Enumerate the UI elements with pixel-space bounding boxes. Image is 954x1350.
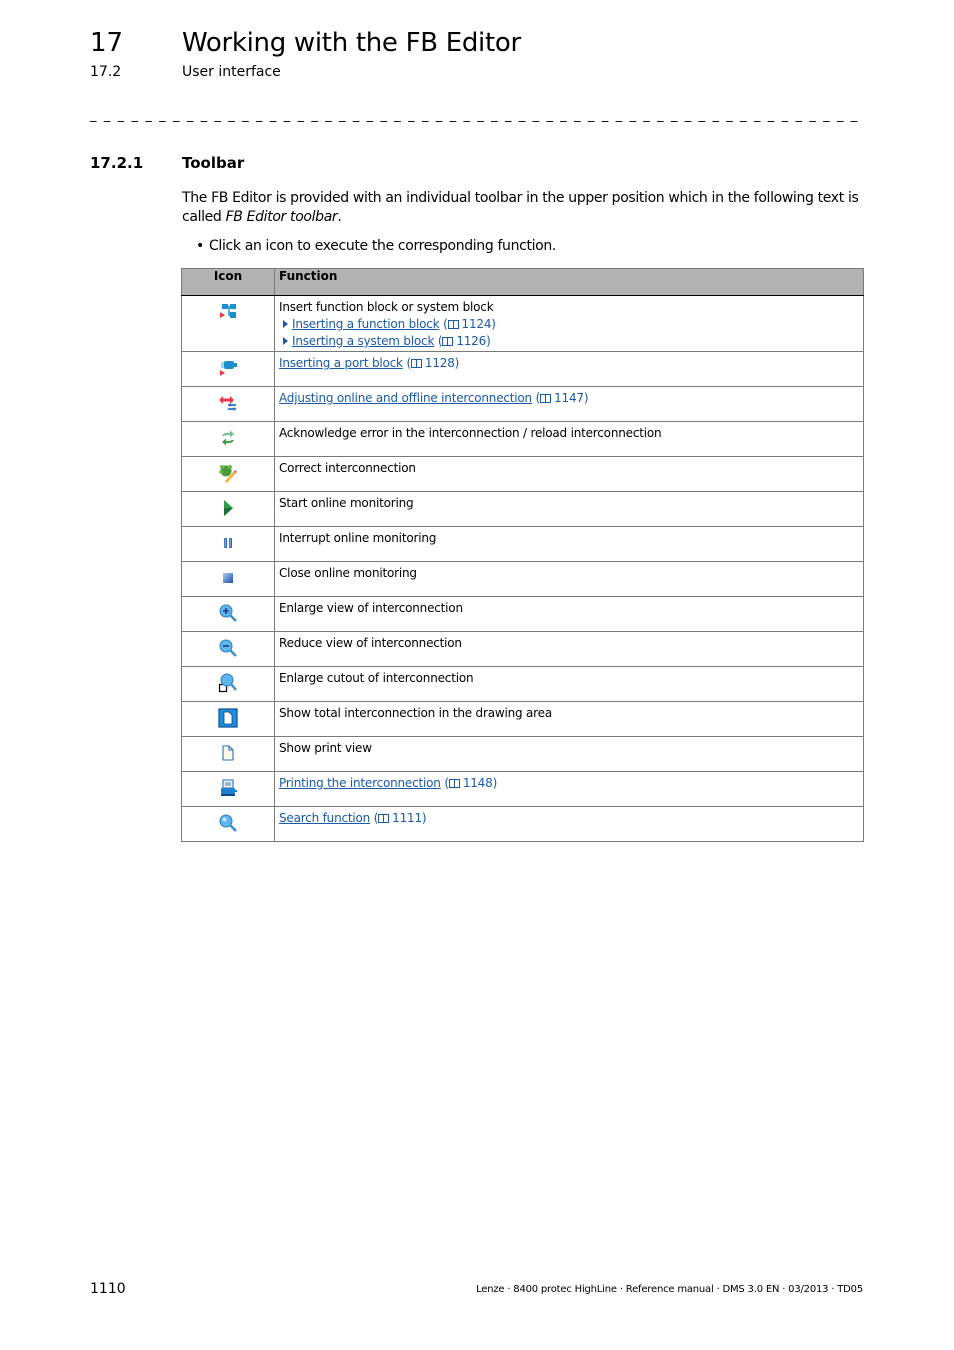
book-icon bbox=[447, 320, 459, 329]
page-ref: 1147 bbox=[554, 391, 584, 405]
chapter-title: Working with the FB Editor bbox=[182, 28, 521, 58]
book-icon bbox=[378, 814, 390, 823]
function-text: Enlarge view of interconnection bbox=[274, 596, 864, 632]
correct-interconnection-icon bbox=[219, 465, 237, 483]
printer-icon bbox=[221, 779, 237, 796]
stop-icon bbox=[223, 573, 233, 583]
table-row: Adjusting online and offline interconnec… bbox=[181, 386, 864, 422]
toolbar-table: Icon Function Insert function block or s… bbox=[181, 268, 864, 842]
header-function: Function bbox=[274, 268, 864, 296]
function-text: Insert function block or system block bbox=[279, 300, 494, 314]
header-icon: Icon bbox=[181, 268, 275, 296]
play-icon bbox=[224, 500, 233, 516]
arrow-icon bbox=[283, 337, 288, 345]
book-icon bbox=[442, 337, 454, 346]
pause-icon bbox=[224, 538, 232, 548]
subsection-title: Toolbar bbox=[182, 154, 245, 172]
bullet-dot: • bbox=[196, 238, 204, 254]
table-header-row: Icon Function bbox=[181, 268, 864, 296]
intro-text-end: . bbox=[337, 209, 342, 225]
page-ref: 1111 bbox=[392, 811, 422, 825]
zoom-in-icon bbox=[219, 604, 237, 622]
insert-block-icon bbox=[220, 304, 236, 318]
table-row: Acknowledge error in the interconnection… bbox=[181, 421, 864, 457]
bullet-text: Click an icon to execute the correspondi… bbox=[209, 238, 556, 254]
page-ref: 1148 bbox=[462, 776, 493, 790]
table-row: Search function (1111) bbox=[181, 806, 864, 842]
function-text: Start online monitoring bbox=[274, 491, 864, 527]
header-separator: _ _ _ _ _ _ _ _ _ _ _ _ _ _ _ _ _ _ _ _ … bbox=[90, 108, 862, 123]
function-text: Show print view bbox=[274, 736, 864, 772]
bullet-item: • Click an icon to execute the correspond… bbox=[196, 237, 556, 256]
section-title: User interface bbox=[182, 64, 281, 80]
arrow-icon bbox=[283, 320, 288, 328]
table-row: Close online monitoring bbox=[181, 561, 864, 597]
subsection-number: 17.2.1 bbox=[90, 154, 144, 172]
adjust-interconnection-icon bbox=[219, 396, 236, 411]
link-printing-interconnection[interactable]: Printing the interconnection bbox=[279, 776, 441, 790]
book-icon bbox=[410, 359, 422, 368]
table-row: Enlarge view of interconnection bbox=[181, 596, 864, 632]
print-view-icon bbox=[222, 745, 234, 761]
table-row: Correct interconnection bbox=[181, 456, 864, 492]
section-number: 17.2 bbox=[90, 64, 122, 80]
function-text: Enlarge cutout of interconnection bbox=[274, 666, 864, 702]
intro-paragraph: The FB Editor is provided with an indivi… bbox=[182, 189, 867, 227]
book-icon bbox=[540, 394, 552, 403]
table-row: Inserting a port block (1128) bbox=[181, 351, 864, 387]
link-search-function[interactable]: Search function bbox=[279, 811, 370, 825]
intro-emphasis: FB Editor toolbar bbox=[225, 209, 338, 225]
table-row: Show total interconnection in the drawin… bbox=[181, 701, 864, 737]
page-ref: 1126 bbox=[456, 334, 487, 348]
table-row: Start online monitoring bbox=[181, 491, 864, 527]
port-block-icon bbox=[220, 361, 237, 376]
function-text: Reduce view of interconnection bbox=[274, 631, 864, 667]
function-text: Show total interconnection in the drawin… bbox=[274, 701, 864, 737]
table-row: Enlarge cutout of interconnection bbox=[181, 666, 864, 702]
function-text: Correct interconnection bbox=[274, 456, 864, 492]
link-inserting-port-block[interactable]: Inserting a port block bbox=[279, 356, 403, 370]
table-row: Reduce view of interconnection bbox=[181, 631, 864, 667]
page-number: 1110 bbox=[90, 1281, 126, 1297]
link-inserting-function-block[interactable]: Inserting a function block bbox=[292, 317, 440, 331]
page-ref: 1124 bbox=[461, 317, 492, 331]
link-adjusting-interconnection[interactable]: Adjusting online and offline interconnec… bbox=[279, 391, 532, 405]
function-text: Acknowledge error in the interconnection… bbox=[274, 421, 864, 457]
search-icon bbox=[219, 814, 237, 832]
fit-page-icon bbox=[218, 708, 238, 728]
function-text: Close online monitoring bbox=[274, 561, 864, 597]
function-text: Interrupt online monitoring bbox=[274, 526, 864, 562]
footer-doc-info: Lenze · 8400 protec HighLine · Reference… bbox=[476, 1284, 863, 1295]
chapter-number: 17 bbox=[90, 28, 124, 58]
table-row: Interrupt online monitoring bbox=[181, 526, 864, 562]
table-row: Printing the interconnection (1148) bbox=[181, 771, 864, 807]
page-ref: 1128 bbox=[424, 356, 455, 370]
zoom-out-icon bbox=[219, 639, 237, 657]
reload-icon bbox=[222, 430, 234, 446]
table-row: Show print view bbox=[181, 736, 864, 772]
table-row: Insert function block or system block In… bbox=[181, 295, 864, 352]
book-icon bbox=[448, 779, 460, 788]
link-inserting-system-block[interactable]: Inserting a system block bbox=[292, 334, 434, 348]
zoom-cutout-icon bbox=[218, 673, 237, 693]
